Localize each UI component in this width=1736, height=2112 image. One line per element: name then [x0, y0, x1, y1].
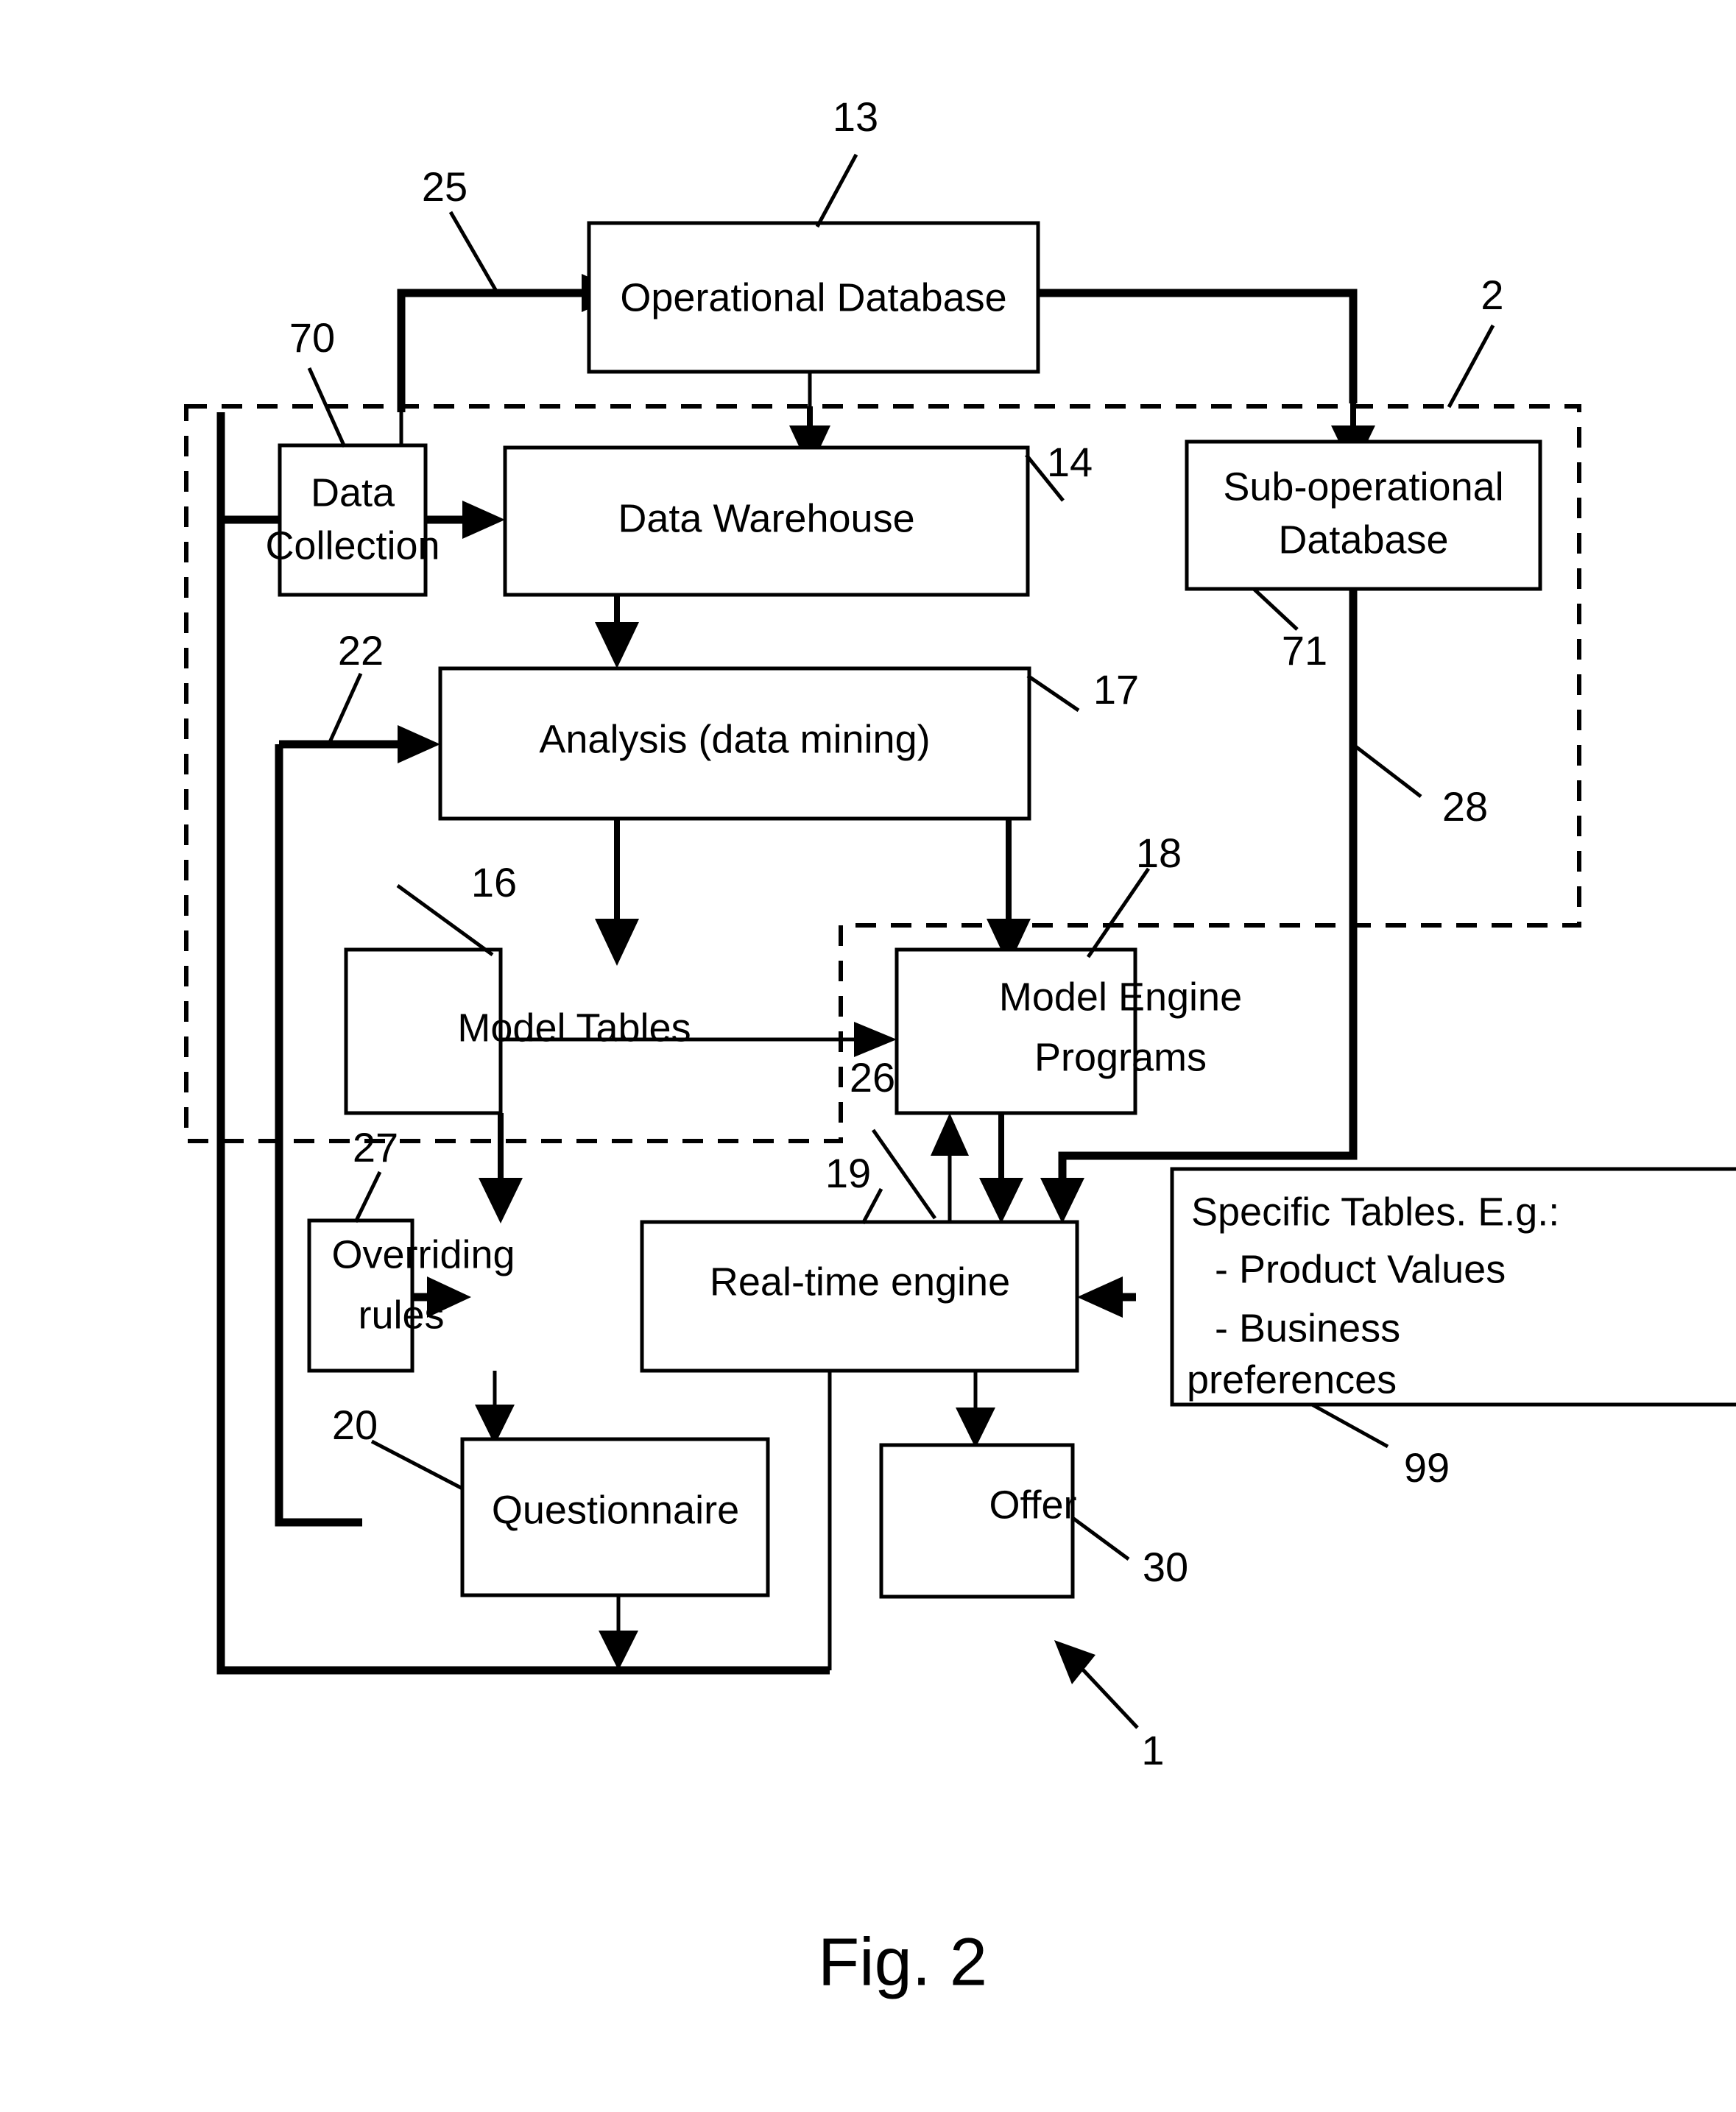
ref-numeral-70: 70 [289, 314, 335, 361]
flowchart-svg: Operational Database Data Collection Dat… [184, 93, 1736, 1999]
ref-numeral-20: 20 [332, 1402, 378, 1448]
patent-figure-2: Operational Database Data Collection Dat… [0, 0, 1736, 2112]
leader-28 [1353, 744, 1422, 798]
node-specific-tables-label-line1: Specific Tables. E.g.: [1191, 1190, 1559, 1234]
connector-warehouse-to-analysis-arrowhead [595, 622, 639, 668]
ref-numeral-27: 27 [353, 1124, 398, 1170]
node-specific-tables-label-line2: - Product Values [1215, 1247, 1506, 1291]
node-questionnaire-label: Questionnaire [492, 1488, 739, 1532]
leader-18 [1086, 867, 1151, 958]
ref-numeral-99: 99 [1404, 1444, 1450, 1491]
connector-collection-to-warehouse-arrowhead [462, 501, 505, 539]
connector-specifictables-to-realtime-arrowhead [1077, 1276, 1123, 1318]
connector-28-arrowhead [1040, 1178, 1084, 1223]
leader-99 [1310, 1402, 1389, 1449]
leader-2 [1447, 324, 1495, 409]
ref-numeral-30: 30 [1143, 1544, 1188, 1590]
node-data-collection-label-line1: Data [311, 470, 395, 515]
node-specific-tables-label-line4: preferences [1187, 1357, 1397, 1402]
connector-analysis-to-modeltables-arrowhead [595, 919, 639, 966]
figure-caption: Fig. 2 [818, 1924, 987, 1999]
ref-numeral-19: 19 [825, 1150, 871, 1196]
node-model-engine-programs-label-line1: Model Engine [999, 975, 1242, 1019]
node-offer-label: Offer [989, 1483, 1076, 1527]
connector-25-path [397, 289, 582, 297]
leader-27 [353, 1170, 382, 1223]
ref-numeral-71: 71 [1282, 627, 1327, 674]
leader-17 [1026, 674, 1080, 713]
ref-numeral-13: 13 [833, 93, 878, 140]
ref-numeral-17: 17 [1093, 666, 1139, 713]
node-data-collection[interactable] [278, 443, 428, 597]
node-realtime-engine-label: Real-time engine [710, 1260, 1010, 1304]
node-sub-operational-database[interactable] [1185, 439, 1542, 591]
leader-26 [871, 1129, 937, 1220]
ref-numeral-26: 26 [850, 1054, 895, 1101]
connector-26-arrowhead [931, 1113, 969, 1156]
leader-71 [1252, 587, 1299, 631]
leader-30 [1071, 1516, 1130, 1561]
ref-numeral-28: 28 [1442, 783, 1488, 830]
node-sub-operational-database-label-line2: Database [1278, 518, 1448, 562]
node-analysis-label: Analysis (data mining) [539, 717, 930, 761]
ref-numeral-14: 14 [1047, 439, 1093, 485]
ref-numeral-16: 16 [471, 859, 517, 905]
leader-13 [815, 153, 858, 228]
node-overriding-rules-label-line1: Overriding [331, 1232, 515, 1276]
connector-modeltables-to-realtime-arrowhead [479, 1178, 523, 1223]
connector-modelengine-to-realtime-arrowhead [979, 1178, 1023, 1223]
connector-22-arrowhead [398, 725, 440, 763]
node-sub-operational-database-label-line1: Sub-operational [1223, 465, 1503, 509]
connector-questionnaire-down-arrowhead [599, 1631, 638, 1670]
leader-25 [448, 211, 499, 294]
node-specific-tables-label-line3: - Business [1215, 1306, 1400, 1350]
leader-20 [370, 1439, 464, 1491]
ref-numeral-1: 1 [1141, 1727, 1164, 1773]
ref-numeral-18: 18 [1136, 830, 1182, 876]
node-overriding-rules-label-line2: rules [358, 1293, 444, 1337]
connector-opdb-to-subdb [1038, 289, 1358, 403]
connector-realtime-to-offer-arrowhead [956, 1408, 995, 1448]
ref-numeral-2: 2 [1481, 272, 1503, 318]
ref-numeral-25: 25 [422, 163, 467, 210]
node-operational-database-label: Operational Database [620, 275, 1006, 319]
leader-22 [328, 672, 363, 744]
ref-numeral-22: 22 [338, 627, 384, 674]
node-model-engine-programs-label-line2: Programs [1034, 1035, 1207, 1079]
node-data-warehouse-label: Data Warehouse [618, 496, 914, 540]
connector-modeltables-to-modelengine-arrowhead [854, 1022, 897, 1057]
node-data-collection-label-line2: Collection [265, 523, 440, 568]
node-model-tables-label: Model Tables [457, 1006, 691, 1050]
